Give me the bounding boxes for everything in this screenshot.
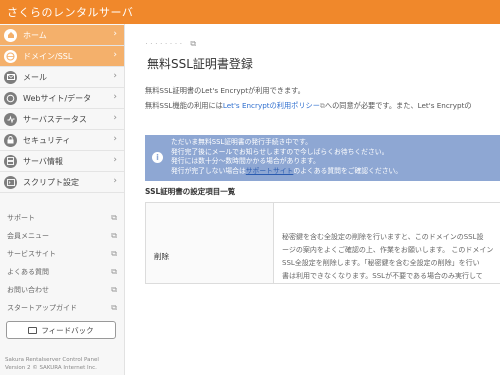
- lock-icon: [4, 133, 17, 147]
- link-support[interactable]: サポート ⧉: [7, 213, 117, 225]
- link-startup-guide[interactable]: スタートアップガイド ⧉: [7, 303, 117, 315]
- page-title: 無料SSL証明書登録: [147, 57, 253, 71]
- link-label: スタートアップガイド: [7, 304, 77, 312]
- support-site-link[interactable]: サポートサイト: [246, 167, 294, 175]
- footer-line-1: Sakura Rentalserver Control Panel: [5, 357, 99, 363]
- description-line: SSL全設定を削除します。「秘密鍵を含む全設定の削除」を行い: [282, 259, 480, 267]
- chevron-right-icon: ›: [113, 71, 117, 81]
- sidebar-item-server-info[interactable]: サーバ情報 ›: [0, 151, 124, 172]
- notice-line: 発行完了後にメールでお知らせしますので今しばらくお待ちください。: [171, 147, 389, 156]
- info-notice: i ただいま無料SSL証明書の発行手続き中です。 発行完了後にメールでお知らせし…: [145, 135, 500, 181]
- external-link-icon[interactable]: ⧉: [190, 39, 196, 48]
- sidebar-item-label: ホーム: [23, 30, 47, 40]
- script-icon: [4, 175, 17, 189]
- feedback-label: フィードバック: [41, 325, 94, 335]
- sidebar: ホーム › ドメイン/SSL › メール › Webサイト/データ › サーバス…: [0, 24, 125, 375]
- sidebar-item-home[interactable]: ホーム ›: [0, 25, 124, 46]
- main-content: ･ ･ ･ ･ ･ ･ ･ ･ ⧉ 無料SSL証明書登録 無料SSL証明書のLet…: [125, 24, 500, 375]
- external-link-icon: ⧉: [111, 285, 117, 294]
- notice-line4-suffix: のよくある質問をご確認ください。: [293, 166, 403, 175]
- footer-line-2: Version 2 © SAKURA Internet Inc.: [5, 365, 97, 371]
- link-contact[interactable]: お問い合わせ ⧉: [7, 285, 117, 297]
- table-description: 秘密鍵を含む全設定の削除を行いますと、このドメインのSSL設 ージの案内をよくご…: [282, 231, 493, 283]
- description-line: 秘密鍵を含む全設定の削除を行いますと、このドメインのSSL設: [282, 233, 484, 241]
- footer: Sakura Rentalserver Control Panel Versio…: [5, 356, 99, 372]
- table-header-cell: 削除: [146, 203, 274, 283]
- sidebar-item-label: Webサイト/データ: [23, 93, 92, 103]
- external-link-icon: ⧉: [111, 231, 117, 240]
- sidebar-item-label: サーバステータス: [23, 114, 87, 124]
- chevron-right-icon: ›: [113, 134, 117, 144]
- description-line: ージの案内をよくご確認の上、作業をお願いします。 このドメイン: [282, 246, 494, 254]
- sidebar-item-label: セキュリティ: [23, 135, 71, 145]
- policy-link[interactable]: Let's Encryptの利用ポリシー: [223, 101, 320, 110]
- info-icon: i: [152, 152, 163, 163]
- delete-label: 削除: [154, 252, 169, 261]
- description-line: 書は利用できなくなります。SSLが不要である場合のみ実行して: [282, 272, 483, 280]
- external-link-icon: ⧉: [111, 249, 117, 258]
- top-bar: さくらのレンタルサーバ: [0, 0, 500, 24]
- settings-table: 削除 秘密鍵を含む全設定の削除を行いますと、このドメインのSSL設 ージの案内を…: [145, 202, 500, 284]
- chevron-right-icon: ›: [113, 50, 117, 60]
- lead-policy-text: 無料SSL機能の利用にはLet's Encryptの利用ポリシー⧉への同意が必要…: [145, 101, 472, 111]
- chevron-right-icon: ›: [113, 29, 117, 39]
- link-label: サービスサイト: [7, 250, 56, 258]
- notice-line: 発行には数十分～数時間かかる場合があります。: [171, 157, 320, 165]
- sidebar-item-mail[interactable]: メール ›: [0, 67, 124, 88]
- app-title[interactable]: さくらのレンタルサーバ: [7, 4, 133, 20]
- notice-line: ただいま無料SSL証明書の発行手続き中です。: [171, 138, 312, 146]
- sidebar-item-script-settings[interactable]: スクリプト設定 ›: [0, 172, 124, 193]
- link-label: よくある質問: [7, 268, 49, 276]
- sidebar-item-label: メール: [23, 72, 47, 82]
- sidebar-item-label: スクリプト設定: [23, 177, 79, 187]
- chevron-right-icon: ›: [113, 176, 117, 186]
- feedback-icon: [28, 326, 38, 334]
- sidebar-item-label: ドメイン/SSL: [23, 51, 73, 61]
- mail-icon: [4, 70, 17, 84]
- status-icon: [4, 112, 17, 126]
- sidebar-item-label: サーバ情報: [23, 156, 63, 166]
- sidebar-item-security[interactable]: セキュリティ ›: [0, 130, 124, 151]
- section-heading: SSL証明書の設定項目一覧: [145, 187, 236, 196]
- external-link-icon: ⧉: [111, 303, 117, 312]
- chevron-right-icon: ›: [113, 155, 117, 165]
- lead-suffix: への同意が必要です。また、Let's Encryptの: [324, 101, 472, 110]
- web-icon: [4, 91, 17, 105]
- notice-line: 発行が完了しない場合はサポートサイトのよくある質問をご確認ください。: [171, 167, 402, 177]
- link-label: サポート: [7, 214, 35, 222]
- link-label: 会員メニュー: [7, 232, 49, 240]
- link-faq[interactable]: よくある質問 ⧉: [7, 267, 117, 279]
- chevron-right-icon: ›: [113, 113, 117, 123]
- sidebar-item-website-data[interactable]: Webサイト/データ ›: [0, 88, 124, 109]
- home-icon: [4, 28, 17, 42]
- lead-prefix: 無料SSL機能の利用には: [145, 101, 223, 110]
- notice-line4-prefix: 発行が完了しない場合は: [171, 166, 246, 175]
- external-link-icon: ⧉: [111, 213, 117, 222]
- sidebar-item-domain-ssl[interactable]: ドメイン/SSL ›: [0, 46, 124, 67]
- lead-text: 無料SSL証明書のLet's Encryptが利用できます。: [145, 86, 305, 95]
- breadcrumb-placeholder: ･ ･ ･ ･ ･ ･ ･ ･: [145, 41, 183, 48]
- chevron-right-icon: ›: [113, 92, 117, 102]
- feedback-button[interactable]: フィードバック: [6, 321, 116, 339]
- breadcrumb: ･ ･ ･ ･ ･ ･ ･ ･ ⧉: [145, 39, 196, 49]
- link-member-menu[interactable]: 会員メニュー ⧉: [7, 231, 117, 243]
- link-service-site[interactable]: サービスサイト ⧉: [7, 249, 117, 261]
- external-link-icon: ⧉: [111, 267, 117, 276]
- sidebar-item-server-status[interactable]: サーバステータス ›: [0, 109, 124, 130]
- link-label: お問い合わせ: [7, 286, 49, 294]
- server-icon: [4, 154, 17, 168]
- globe-icon: [4, 49, 17, 63]
